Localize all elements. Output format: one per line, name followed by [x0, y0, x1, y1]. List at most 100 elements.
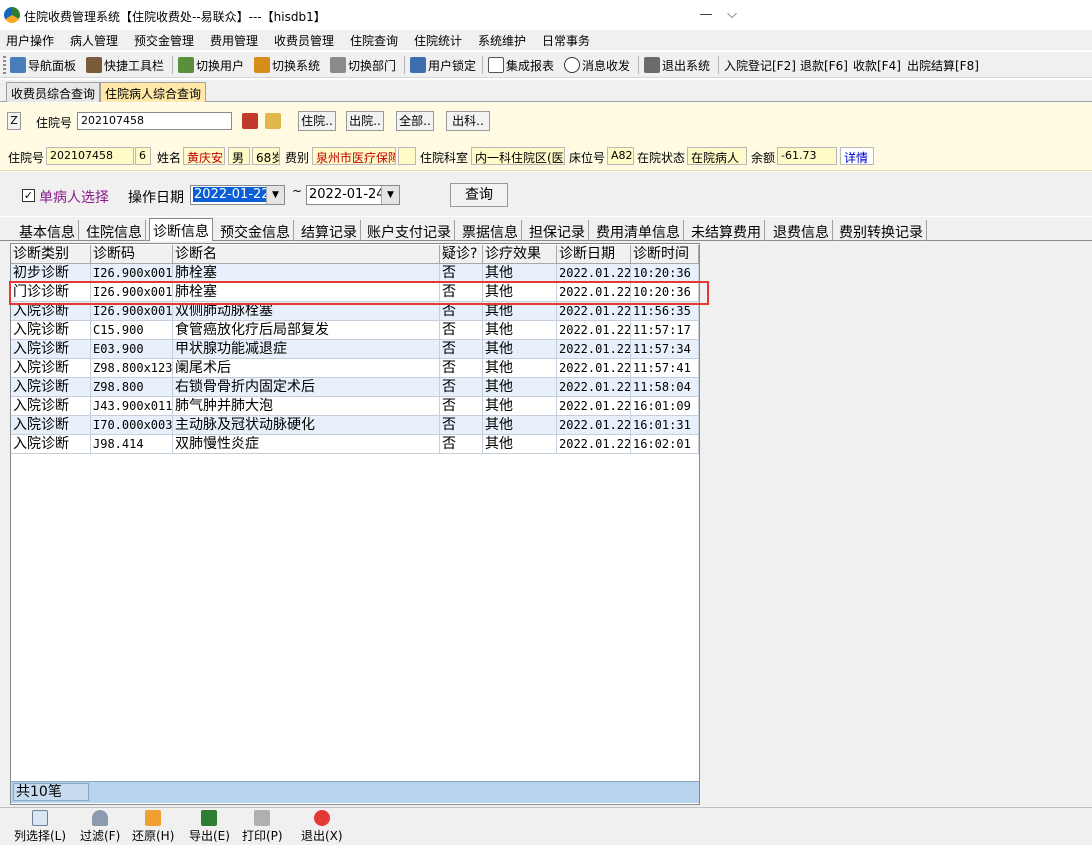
cell-name: 双肺慢性炎症 [173, 435, 440, 454]
discharged-filter-button[interactable]: 出院.. [346, 111, 384, 131]
cell-category: 入院诊断 [11, 359, 91, 378]
table-row[interactable]: 入院诊断 J98.414 双肺慢性炎症否其他 2022.01.22 16:02:01 [11, 435, 699, 454]
menu-daily-affairs[interactable]: 日常事务 [542, 32, 590, 49]
tab-receipt-info[interactable]: 票据信息 [459, 220, 522, 241]
col-header-date[interactable]: 诊断日期 [557, 245, 631, 264]
menu-patient-mgmt[interactable]: 病人管理 [70, 32, 118, 49]
table-row[interactable]: 入院诊断 C15.900 食管癌放化疗后局部复发否其他 2022.01.22 11:57… [11, 321, 699, 340]
export-button[interactable]: 导出(E) [189, 810, 230, 844]
nav-panel-button[interactable]: 导航面板 [10, 55, 76, 75]
fee-type-field: 泉州市医疗保障 [312, 147, 396, 165]
tab-inpatient-query[interactable]: 住院病人综合查询 [100, 82, 207, 102]
menu-system-maintenance[interactable]: 系统维护 [478, 32, 526, 49]
col-header-suspected[interactable]: 疑诊? [440, 245, 483, 264]
switch-system-button[interactable]: 切换系统 [254, 55, 320, 75]
tab-basic-info[interactable]: 基本信息 [16, 220, 79, 241]
tab-settlement-records[interactable]: 结算记录 [298, 220, 361, 241]
search-panel: Z 住院号 202107458 住院.. 出院.. 全部.. 出科.. [0, 103, 1092, 143]
tab-unsettled-fees[interactable]: 未结算费用 [688, 220, 765, 241]
exit-icon [644, 57, 660, 73]
date-from-dropdown-icon[interactable]: ▼ [266, 186, 284, 204]
tab-deposit-info[interactable]: 预交金信息 [217, 220, 294, 241]
transfer-out-filter-button[interactable]: 出科.. [446, 111, 490, 131]
nav-panel-icon [10, 57, 26, 73]
cell-date: 2022.01.22 [557, 397, 631, 416]
cell-time: 11:57:34 [631, 340, 699, 359]
user-lock-icon [410, 57, 426, 73]
menu-user-ops[interactable]: 用户操作 [6, 32, 54, 49]
detail-link[interactable]: 详情 [840, 147, 874, 165]
admission-register-button[interactable]: 入院登记[F2] [724, 55, 796, 75]
cell-date: 2022.01.22 [557, 435, 631, 454]
cell-name: 食管癌放化疗后局部复发 [173, 321, 440, 340]
table-row[interactable]: 入院诊断 E03.900 甲状腺功能减退症否其他 2022.01.22 11:57:34 [11, 340, 699, 359]
tab-account-payment[interactable]: 账户支付记录 [364, 220, 455, 241]
balance-field: -61.73 [777, 147, 837, 165]
dept-label: 住院科室 [420, 151, 469, 165]
status-label: 在院状态 [637, 151, 686, 165]
table-row[interactable]: 入院诊断 J43.900x011 肺气肿并肺大泡否其他 2022.01.22 16:01… [11, 397, 699, 416]
toolbar-separator [638, 56, 639, 74]
col-header-code[interactable]: 诊断码 [91, 245, 173, 264]
menu-cashier-mgmt[interactable]: 收费员管理 [274, 32, 334, 49]
exit-button[interactable]: 退出(X) [301, 810, 343, 844]
minimize-icon[interactable]: — [696, 6, 716, 24]
toolbar-separator [482, 56, 483, 74]
cell-suspected: 否 [440, 359, 483, 378]
switch-dept-button[interactable]: 切换部门 [330, 55, 396, 75]
search-mode-button[interactable]: Z [7, 112, 21, 130]
col-header-time[interactable]: 诊断时间 [631, 245, 699, 264]
admission-no-input[interactable]: 202107458 [77, 112, 232, 130]
integrated-report-label: 集成报表 [506, 58, 555, 73]
col-header-category[interactable]: 诊断类别 [11, 245, 91, 264]
print-button[interactable]: 打印(P) [242, 810, 283, 844]
tab-guarantee-records[interactable]: 担保记录 [526, 220, 589, 241]
card-reader-icon[interactable] [242, 113, 258, 129]
gender-field: 男 [228, 147, 250, 165]
menu-inpatient-stats[interactable]: 住院统计 [414, 32, 462, 49]
discharge-settle-button[interactable]: 出院结算[F8] [907, 55, 979, 75]
menu-inpatient-query[interactable]: 住院查询 [350, 32, 398, 49]
date-to-dropdown-icon[interactable]: ▼ [381, 186, 399, 204]
col-header-name[interactable]: 诊断名 [173, 245, 440, 264]
cell-time: 11:58:04 [631, 378, 699, 397]
messages-button[interactable]: 消息收发 [564, 55, 630, 75]
quick-toolbar-label: 快捷工具栏 [104, 58, 165, 73]
user-lock-button[interactable]: 用户锁定 [410, 55, 476, 75]
cell-category: 入院诊断 [11, 416, 91, 435]
refund-button[interactable]: 退款[F6] [800, 55, 848, 75]
single-patient-checkbox[interactable]: ✓ [22, 189, 35, 202]
cell-time: 16:01:31 [631, 416, 699, 435]
menu-deposit-mgmt[interactable]: 预交金管理 [134, 32, 194, 49]
table-row[interactable]: 入院诊断 Z98.800 右锁骨骨折内固定术后否其他 2022.01.22 11:58:… [11, 378, 699, 397]
col-header-outcome[interactable]: 诊疗效果 [483, 245, 557, 264]
exit-system-button[interactable]: 退出系统 [644, 55, 710, 75]
info-admission-label: 住院号 [8, 151, 45, 165]
restore-button[interactable]: 还原(H) [132, 810, 174, 844]
column-select-button[interactable]: 列选择(L) [14, 810, 66, 844]
cell-outcome: 其他 [483, 378, 557, 397]
table-row[interactable]: 入院诊断 I70.000x003 主动脉及冠状动脉硬化否其他 2022.01.22 16… [11, 416, 699, 435]
collect-button[interactable]: 收款[F4] [853, 55, 901, 75]
tab-fee-list-info[interactable]: 费用清单信息 [593, 220, 684, 241]
quick-toolbar-button[interactable]: 快捷工具栏 [86, 55, 164, 75]
table-row[interactable]: 入院诊断 Z98.800x123 阑尾术后否其他 2022.01.22 11:57:41 [11, 359, 699, 378]
all-filter-button[interactable]: 全部.. [396, 111, 434, 131]
filter-button[interactable]: 过滤(F) [80, 810, 120, 844]
chevron-down-icon[interactable]: ⌵ [722, 6, 742, 24]
clear-brush-icon[interactable] [265, 113, 281, 129]
tab-fee-type-change[interactable]: 费别转换记录 [836, 220, 927, 241]
tab-admission-info[interactable]: 住院信息 [83, 220, 146, 241]
print-label: 打印(P) [242, 829, 283, 843]
tab-diagnosis-info[interactable]: 诊断信息 [149, 218, 213, 241]
users-icon [178, 57, 194, 73]
cell-code: J43.900x011 [91, 397, 173, 416]
menu-fee-mgmt[interactable]: 费用管理 [210, 32, 258, 49]
integrated-report-button[interactable]: 集成报表 [488, 55, 554, 75]
tab-refund-info[interactable]: 退费信息 [770, 220, 833, 241]
tab-cashier-query[interactable]: 收费员综合查询 [6, 82, 101, 102]
inpatient-filter-button[interactable]: 住院.. [298, 111, 336, 131]
cell-code: Z98.800 [91, 378, 173, 397]
switch-user-button[interactable]: 切换用户 [178, 55, 244, 75]
query-button[interactable]: 查询 [450, 183, 508, 207]
